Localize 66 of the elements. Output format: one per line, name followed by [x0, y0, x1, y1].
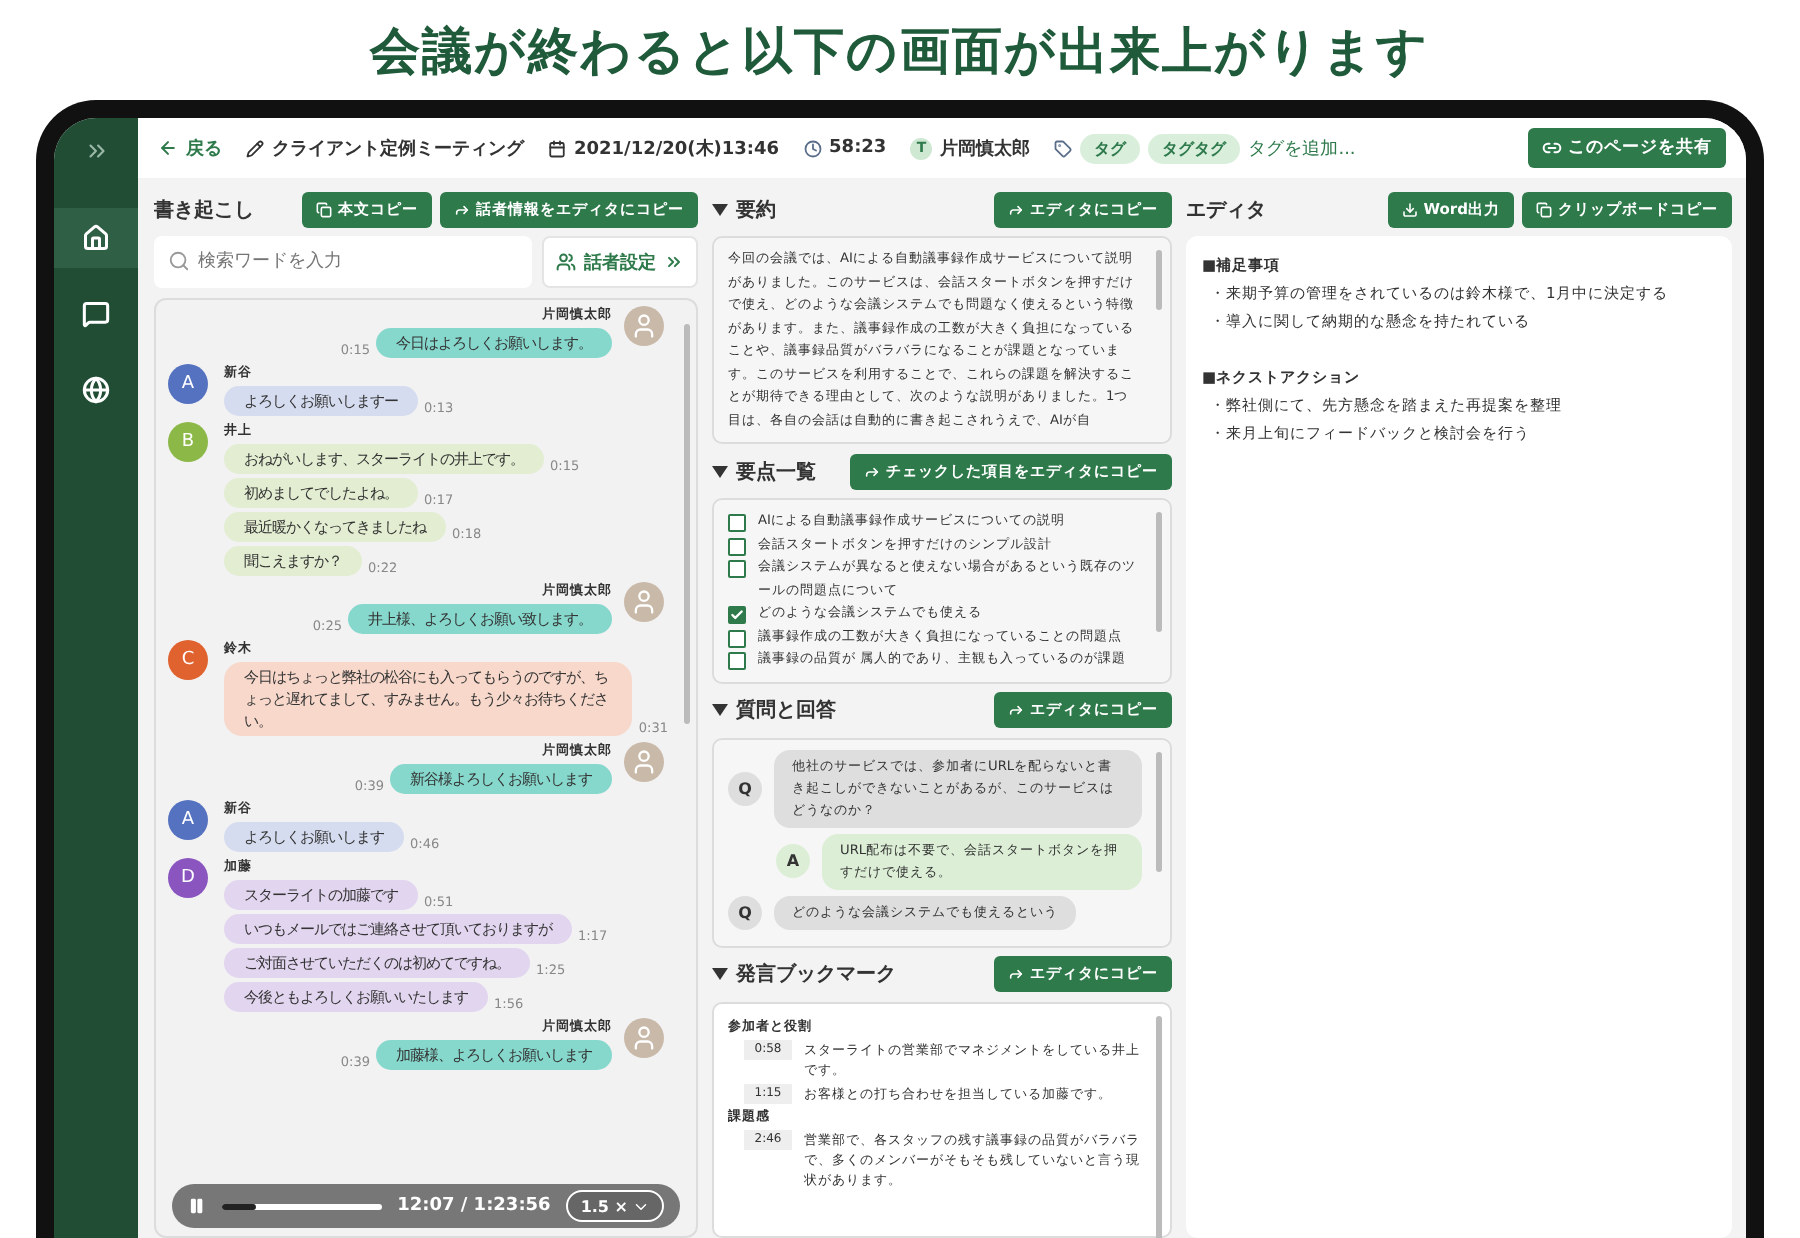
- caret-icon: [712, 968, 728, 980]
- section-title[interactable]: 発言ブックマーク: [712, 960, 896, 988]
- checkbox[interactable]: [728, 652, 746, 670]
- back-arrow-icon: [158, 138, 178, 158]
- checkbox[interactable]: [728, 514, 746, 532]
- sidebar-item[interactable]: [54, 208, 138, 268]
- question-label: Q: [728, 771, 762, 805]
- editor-title: エディタ: [1186, 197, 1266, 223]
- chevrons-icon: [664, 252, 684, 272]
- caret-icon: [712, 704, 728, 716]
- caret-icon: [712, 465, 728, 477]
- checkbox[interactable]: [728, 560, 746, 578]
- checkbox[interactable]: [728, 629, 746, 647]
- add-tag-field[interactable]: タグを追加...: [1248, 135, 1356, 161]
- speaker-settings-button[interactable]: 話者設定: [542, 236, 698, 288]
- pencil-icon: [246, 139, 264, 157]
- check-icon: [730, 608, 744, 622]
- forward-arrow-icon: [454, 201, 470, 217]
- home-icon: [82, 224, 110, 252]
- scrollbar: [1156, 751, 1162, 871]
- tag-icon: [1054, 139, 1073, 157]
- scrollbar: [1156, 512, 1162, 632]
- section-title[interactable]: 要約: [712, 195, 776, 223]
- playback-time: 12:07 / 1:23:56: [397, 1196, 551, 1216]
- forward-arrow-icon: [1008, 966, 1024, 982]
- expand-icon[interactable]: [83, 138, 109, 164]
- meeting-duration: 58:23: [829, 138, 887, 158]
- section-title[interactable]: 要点一覧: [712, 457, 816, 485]
- progress-track[interactable]: [221, 1203, 382, 1209]
- share-button[interactable]: このページを共有: [1528, 128, 1726, 168]
- avatar: B: [168, 422, 208, 462]
- checkbox[interactable]: [728, 537, 746, 555]
- question-label: Q: [728, 895, 762, 929]
- pause-icon[interactable]: [188, 1194, 206, 1218]
- link-icon: [1542, 138, 1562, 158]
- forward-arrow-icon: [1008, 201, 1024, 217]
- owner-name: 片岡慎太郎: [940, 136, 1031, 161]
- section-title[interactable]: 質問と回答: [712, 696, 836, 724]
- copy-icon: [316, 201, 332, 217]
- tag-chip[interactable]: タグ: [1080, 133, 1141, 163]
- download-icon: [1401, 201, 1418, 217]
- chat-icon: [82, 300, 110, 328]
- globe-icon: [82, 376, 110, 404]
- back-link[interactable]: 戻る: [186, 135, 222, 161]
- search-field[interactable]: 検索ワードを入力: [154, 236, 532, 288]
- speed-dropdown[interactable]: 1.5 ×: [566, 1190, 664, 1222]
- avatar: D: [168, 858, 208, 898]
- caret-icon: [712, 203, 728, 215]
- tag-chip[interactable]: タグタグ: [1148, 133, 1241, 163]
- avatar: C: [168, 640, 208, 680]
- forward-arrow-icon: [1008, 702, 1024, 718]
- search-icon: [168, 250, 190, 272]
- meeting-title: クライアント定例ミーティング: [272, 136, 524, 161]
- transcript-title: 書き起こし: [154, 197, 254, 223]
- people-icon: [556, 252, 576, 272]
- copy-icon: [1536, 201, 1552, 217]
- calendar-icon: [548, 139, 566, 157]
- meeting-date: 2021/12/20(木)13:46: [574, 136, 780, 161]
- headline: 会議が終わると以下の画面が出来上がります: [367, 19, 1432, 83]
- clock-icon: [803, 139, 822, 157]
- forward-arrow-icon: [864, 463, 880, 479]
- scrollbar: [1156, 250, 1162, 310]
- checkbox[interactable]: [728, 606, 746, 624]
- answer-label: A: [776, 844, 810, 878]
- avatar: A: [168, 800, 208, 840]
- avatar: A: [168, 364, 208, 404]
